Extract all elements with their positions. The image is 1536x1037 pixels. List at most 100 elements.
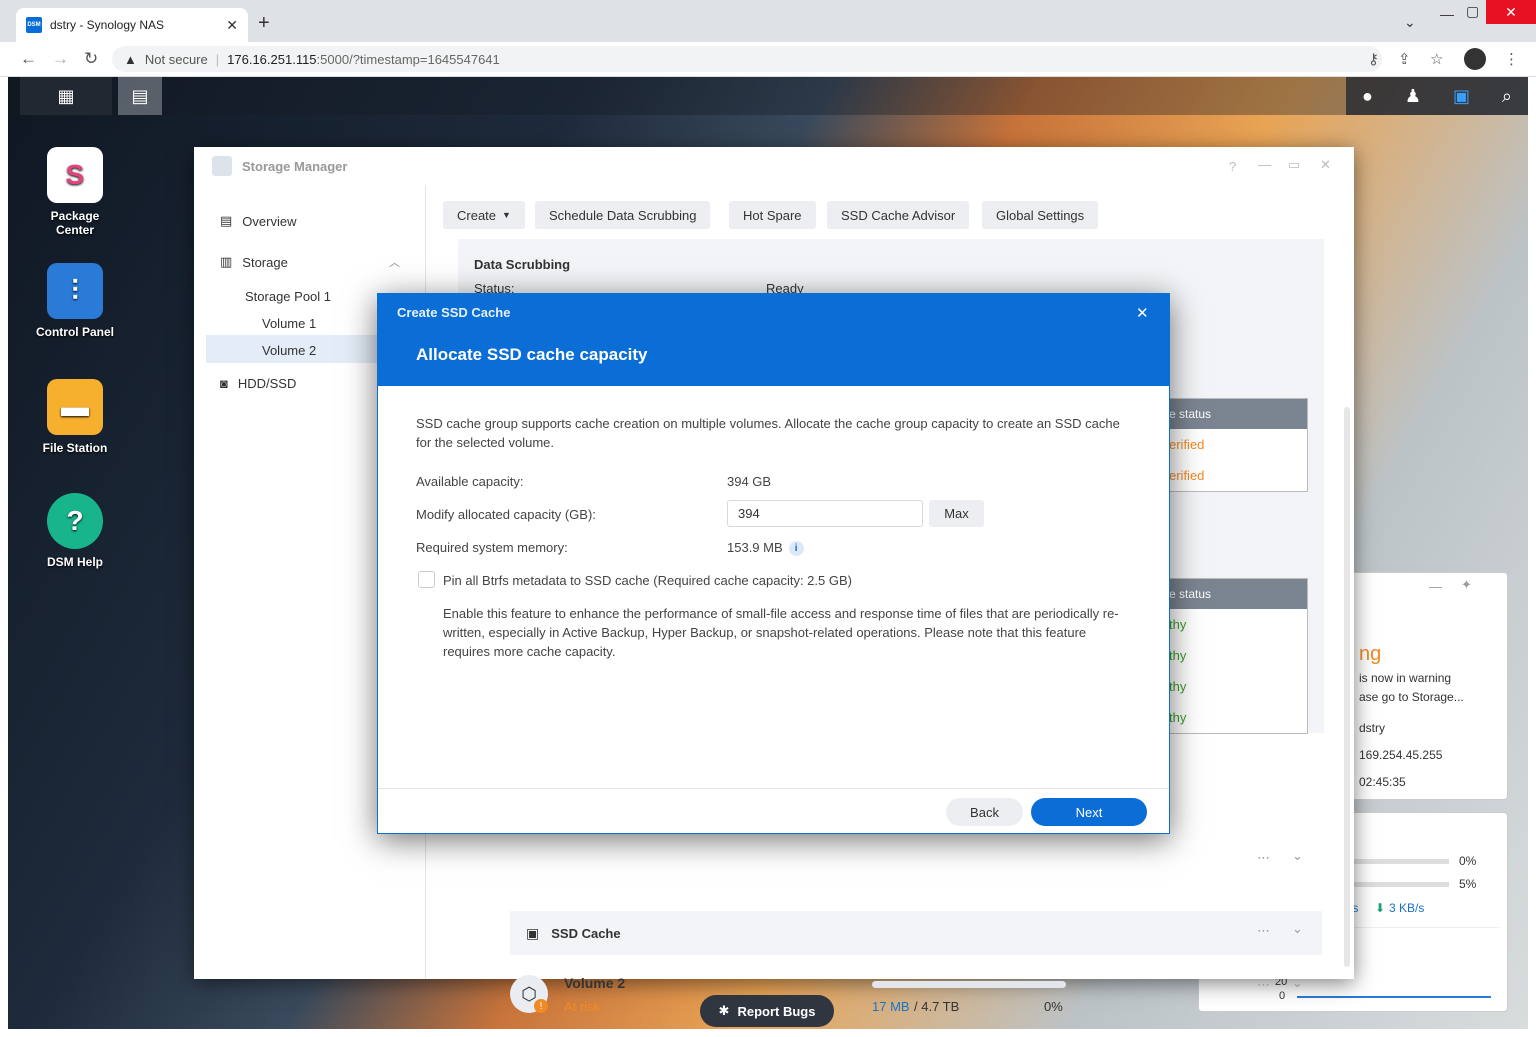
control-panel-shortcut[interactable]: ⫶ Control Panel xyxy=(10,263,140,339)
shortcut-label: File Station xyxy=(42,441,108,455)
drive-status-table-1: e status erified erified xyxy=(1158,398,1308,492)
sidebar-item-storage[interactable]: ▥ Storage ︿ xyxy=(220,254,400,270)
chevron-down-icon[interactable]: ⌄ xyxy=(1292,975,1303,991)
sidebar-item-hdd-ssd[interactable]: ◙ HDD/SSD xyxy=(220,376,296,391)
profile-avatar[interactable] xyxy=(1464,48,1486,70)
user-icon[interactable]: ♟ xyxy=(1405,86,1421,107)
sidebar-item-volume-2[interactable]: Volume 2 xyxy=(262,343,316,358)
scrollbar[interactable] xyxy=(1344,407,1350,967)
window-close-icon[interactable]: ✕ xyxy=(1320,157,1331,173)
dialog-description: SSD cache group supports cache creation … xyxy=(416,416,1120,450)
favicon: DSM xyxy=(26,17,42,33)
separator: | xyxy=(215,51,220,67)
package-center-shortcut[interactable]: S Package Center xyxy=(10,147,140,237)
dialog-heading: Allocate SSD cache capacity xyxy=(416,345,648,364)
new-tab-button[interactable]: + xyxy=(258,12,270,35)
window-maximize-icon[interactable]: ▭ xyxy=(1288,157,1300,173)
maximize-icon[interactable]: ▢ xyxy=(1466,3,1479,20)
pin-icon[interactable]: ✦ xyxy=(1461,577,1472,593)
widget-minimize-icon[interactable]: — xyxy=(1429,579,1442,594)
ssd-cache-row[interactable]: ▣ SSD Cache xyxy=(510,911,1322,955)
ram-bar xyxy=(1349,882,1449,887)
more-options-icon[interactable]: ⋯ xyxy=(1257,977,1270,993)
required-memory-value: 153.9 MB xyxy=(727,540,783,555)
more-options-icon[interactable]: ⋯ xyxy=(1257,850,1270,866)
widget-time: 02:45:35 xyxy=(1359,775,1406,789)
disk-icon: ◙ xyxy=(220,376,228,391)
share-icon[interactable]: ⇪ xyxy=(1398,50,1411,68)
forward-icon[interactable]: → xyxy=(52,49,69,69)
pin-metadata-label[interactable]: Pin all Btrfs metadata to SSD cache (Req… xyxy=(443,573,852,588)
create-button[interactable]: Create ▼ xyxy=(443,201,525,229)
main-menu-icon[interactable]: ▦ xyxy=(20,77,112,115)
tab-search-icon[interactable]: ⌄ xyxy=(1404,14,1416,31)
next-button[interactable]: Next xyxy=(1031,798,1147,826)
back-button[interactable]: Back xyxy=(946,798,1023,826)
taskbar xyxy=(8,77,1528,115)
allocated-capacity-input[interactable] xyxy=(727,500,923,527)
sidebar-item-volume-1[interactable]: Volume 1 xyxy=(262,316,316,331)
drive-status-table-2: e status thy thy thy thy xyxy=(1158,578,1308,734)
help-icon: ? xyxy=(47,493,103,549)
table-header: e status xyxy=(1159,399,1307,429)
table-cell: erified xyxy=(1169,437,1205,452)
system-tray: ● ♟ ▣ ⌕ xyxy=(1346,77,1528,115)
chat-icon[interactable]: ● xyxy=(1362,86,1373,107)
total-capacity: / 4.7 TB xyxy=(914,999,960,1014)
more-options-icon[interactable]: ⋯ xyxy=(1257,923,1270,939)
widget-title-fragment: ng xyxy=(1359,643,1382,665)
dialog-header: Create SSD Cache ✕ Allocate SSD cache ca… xyxy=(378,294,1169,386)
file-station-shortcut[interactable]: ▬ File Station xyxy=(10,379,140,455)
hot-spare-button[interactable]: Hot Spare xyxy=(729,201,816,229)
sidebar-label: Overview xyxy=(242,213,297,229)
dialog-window-title: Create SSD Cache xyxy=(397,305,511,320)
help-question-icon[interactable]: ? xyxy=(1229,159,1236,174)
dsm-help-shortcut[interactable]: ? DSM Help xyxy=(10,493,140,569)
warning-icon: ▲ xyxy=(124,51,137,67)
max-button[interactable]: Max xyxy=(929,500,984,527)
global-settings-button[interactable]: Global Settings xyxy=(982,201,1099,229)
sidebar-label: Storage Pool 1 xyxy=(245,289,332,304)
chevron-down-icon[interactable]: ⌄ xyxy=(1292,921,1303,937)
sidebar-item-storage-pool-1[interactable]: Storage Pool 1 xyxy=(245,289,331,304)
sidebar-item-overview[interactable]: ▤ Overview xyxy=(220,213,296,229)
menu-kebab-icon[interactable]: ⋮ xyxy=(1504,50,1519,68)
report-bugs-button[interactable]: ✱ Report Bugs xyxy=(700,995,834,1027)
chevron-down-icon[interactable]: ⌄ xyxy=(1292,848,1303,864)
bookmark-star-icon[interactable]: ☆ xyxy=(1430,50,1443,68)
pin-metadata-checkbox[interactable] xyxy=(418,571,435,588)
close-tab-icon[interactable]: ✕ xyxy=(226,17,238,34)
volume-status: At risk xyxy=(564,999,601,1014)
reload-icon[interactable]: ↻ xyxy=(84,49,98,69)
storage-manager-taskbar-icon[interactable]: ▤ xyxy=(118,77,162,115)
required-memory-row: 153.9 MB i xyxy=(727,540,804,557)
search-icon[interactable]: ⌕ xyxy=(1502,86,1512,107)
schedule-scrubbing-button[interactable]: Schedule Data Scrubbing xyxy=(535,201,711,229)
button-label: Report Bugs xyxy=(737,1003,816,1019)
file-station-icon: ▬ xyxy=(47,379,103,435)
url-rest: :5000/?timestamp=1645547641 xyxy=(316,51,500,67)
widget-host: dstry xyxy=(1359,721,1386,735)
browser-tab[interactable]: DSM dstry - Synology NAS ✕ xyxy=(16,8,248,42)
package-center-icon: S xyxy=(47,147,103,203)
ssd-cache-label: SSD Cache xyxy=(551,925,621,941)
info-icon[interactable]: i xyxy=(788,541,804,557)
cpu-percent: 0% xyxy=(1459,854,1477,868)
minimize-icon[interactable]: — xyxy=(1440,6,1454,22)
cpu-bar xyxy=(1349,859,1449,864)
close-window-icon[interactable]: ✕ xyxy=(1486,0,1536,24)
volume-2-row[interactable]: ⬡ ! Volume 2 At risk 17 MB / 4.7 TB 0% ⋯… xyxy=(510,967,1360,1029)
widgets-icon[interactable]: ▣ xyxy=(1453,86,1470,107)
usage-percent: 0% xyxy=(1044,999,1063,1014)
shortcut-label: DSM Help xyxy=(46,555,103,569)
volume-name: Volume 2 xyxy=(564,975,626,991)
button-label: Create xyxy=(457,207,497,223)
back-icon[interactable]: ← xyxy=(20,49,37,69)
dialog-close-icon[interactable]: ✕ xyxy=(1136,304,1149,322)
address-bar[interactable]: ▲ Not secure | 176.16.251.115:5000/?time… xyxy=(112,46,1382,72)
shortcut-label: Control Panel xyxy=(35,325,114,339)
ssd-cache-advisor-button[interactable]: SSD Cache Advisor xyxy=(827,201,970,229)
chevron-up-icon[interactable]: ︿ xyxy=(389,254,400,270)
key-icon[interactable]: ⚷ xyxy=(1368,50,1379,68)
window-minimize-icon[interactable]: — xyxy=(1258,157,1271,172)
